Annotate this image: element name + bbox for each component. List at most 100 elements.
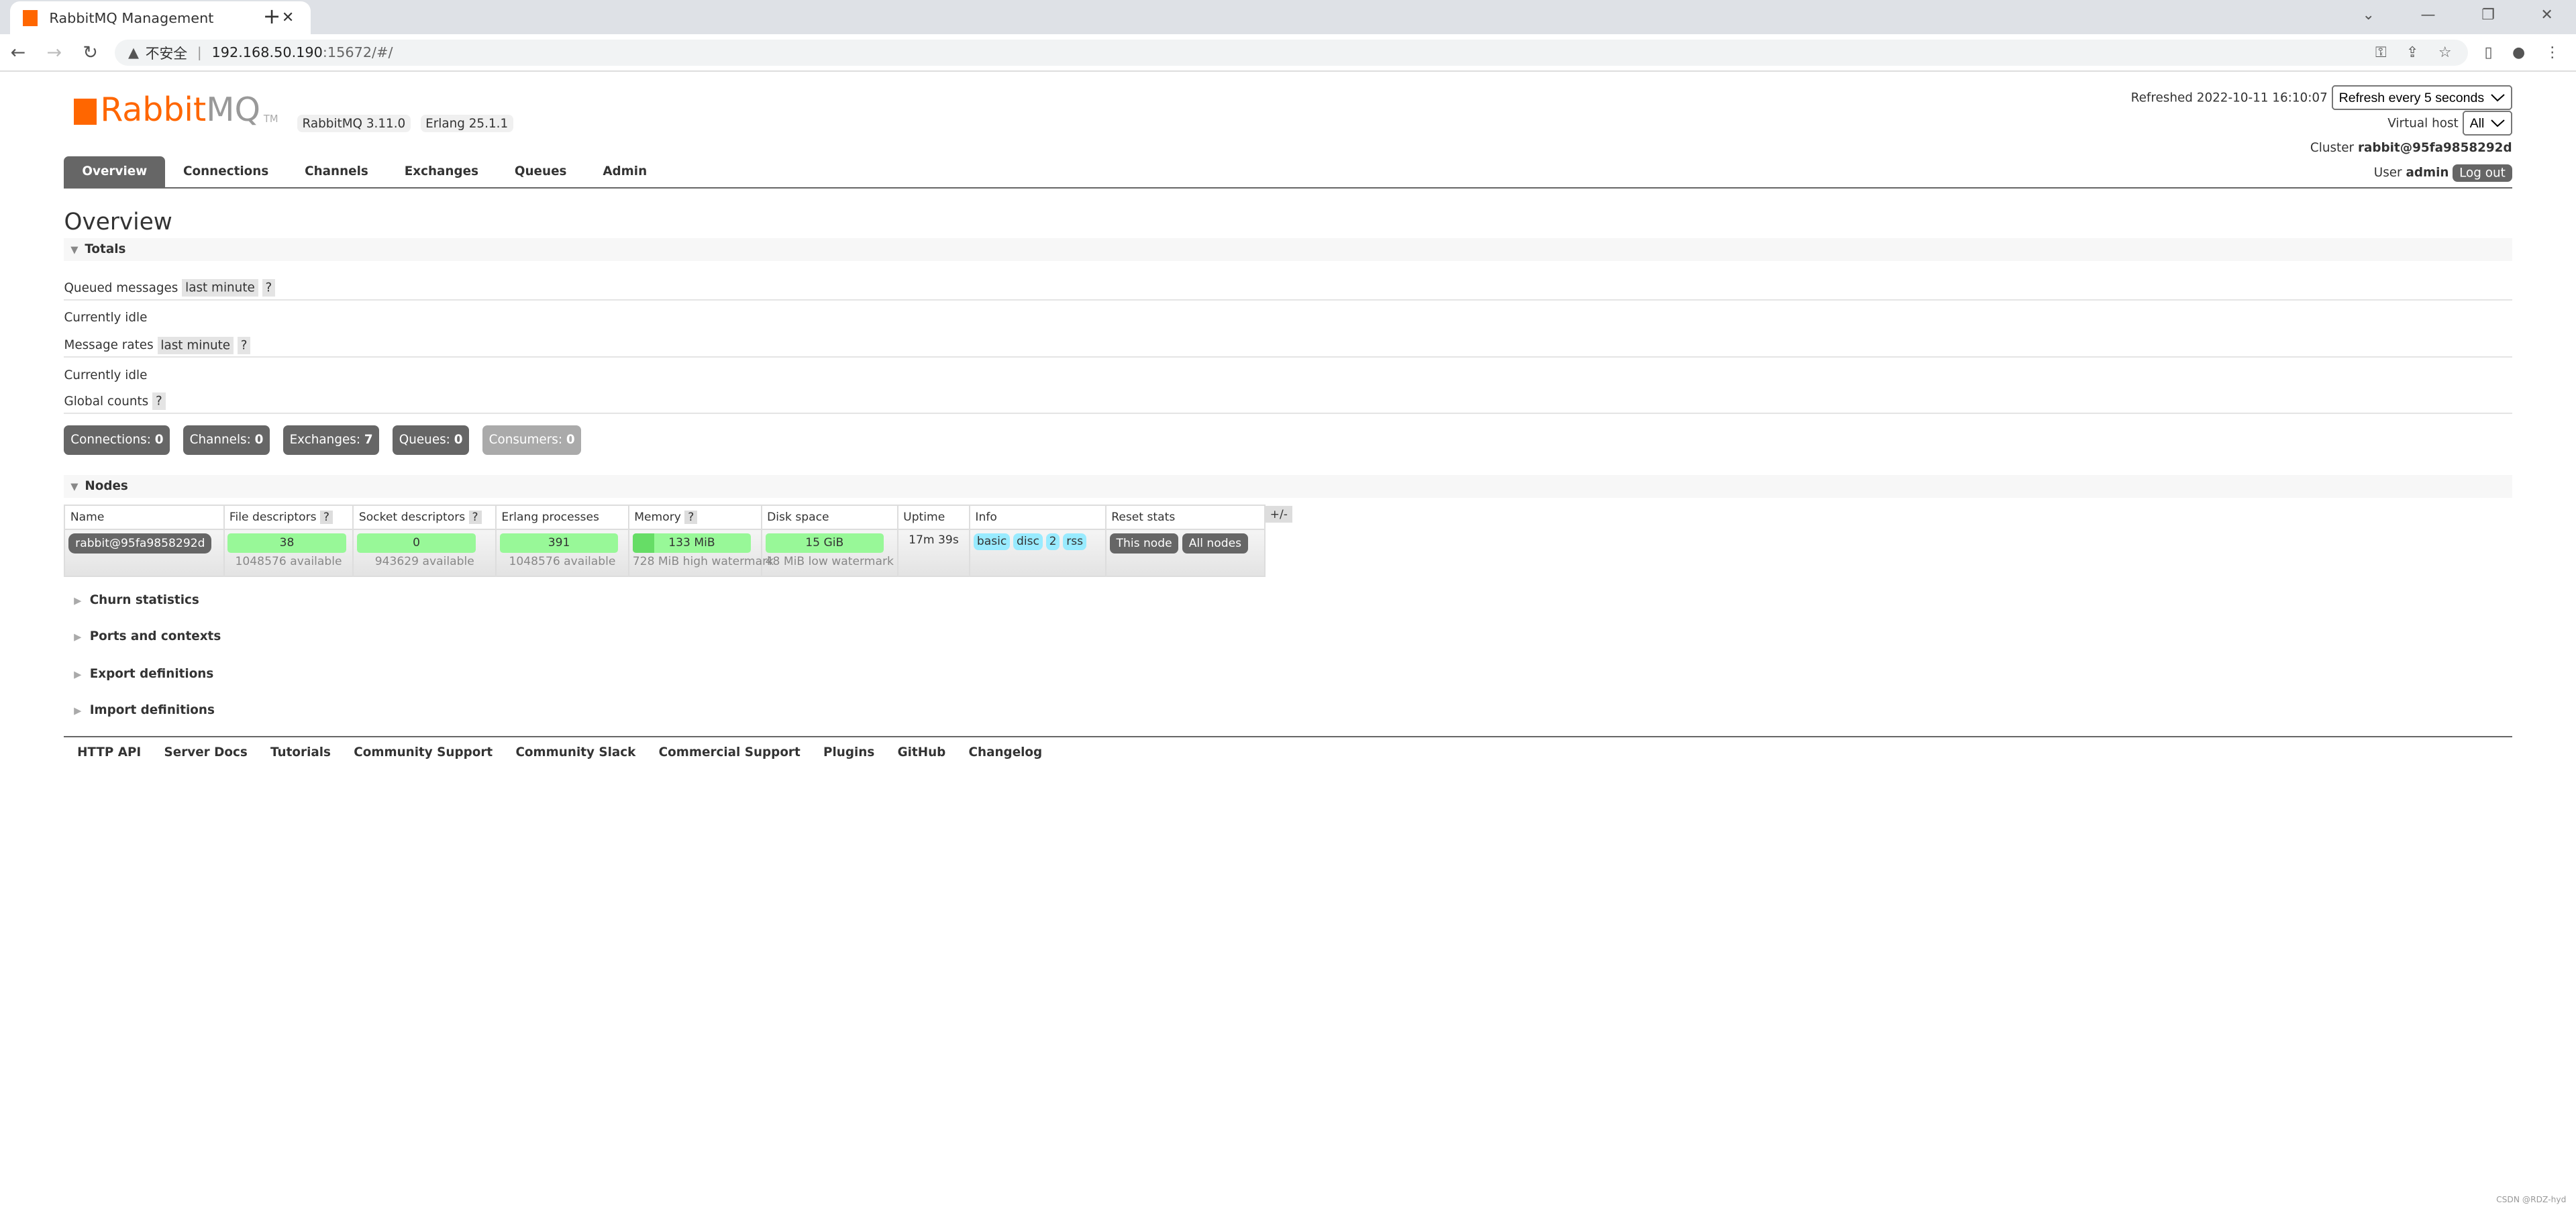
ports-contexts-toggle[interactable]: ▶ Ports and contexts — [64, 629, 221, 643]
footer-link-commercial-support[interactable]: Commercial Support — [659, 745, 801, 759]
message-rates-row: Message rates last minute ? — [64, 335, 2512, 358]
message-rates-label: Message rates — [64, 338, 154, 353]
rabbit-logo-icon — [74, 98, 97, 125]
nodes-heading: Nodes — [85, 478, 128, 493]
export-definitions-toggle[interactable]: ▶ Export definitions — [64, 667, 213, 681]
import-definitions-toggle[interactable]: ▶ Import definitions — [64, 703, 215, 717]
footer-link-community-slack[interactable]: Community Slack — [515, 745, 635, 759]
close-window-icon[interactable]: ✕ — [2540, 7, 2553, 23]
help-button[interactable]: ? — [468, 510, 482, 524]
footer-link-http-api[interactable]: HTTP API — [77, 745, 141, 759]
memory-high-watermark: 728 MiB high watermark — [632, 554, 774, 568]
watermark: CSDN @RDZ-hyd — [2496, 1194, 2567, 1204]
disk-low-watermark: 48 MiB low watermark — [765, 554, 894, 568]
uptime-value: 17m 39s — [909, 533, 959, 547]
close-tab-icon[interactable]: ✕ — [282, 9, 294, 26]
connections-count[interactable]: Connections: 0 — [64, 425, 170, 456]
footer-link-community-support[interactable]: Community Support — [354, 745, 493, 759]
tab-channels[interactable]: Channels — [287, 156, 387, 188]
back-icon[interactable]: ← — [0, 42, 36, 63]
help-button[interactable]: ? — [237, 337, 251, 354]
refreshed-time: Refreshed 2022-10-11 16:10:07 — [2130, 91, 2328, 105]
help-button[interactable]: ? — [262, 279, 276, 297]
col-disk-space: Disk space — [760, 504, 898, 530]
reset-all-nodes-button[interactable]: All nodes — [1182, 533, 1248, 554]
col-erlang-processes: Erlang processes — [495, 504, 629, 530]
info-badge-count: 2 — [1045, 533, 1060, 550]
sidepanel-icon[interactable]: ▯ — [2485, 44, 2493, 61]
exchanges-count[interactable]: Exchanges: 7 — [282, 425, 380, 456]
channels-count[interactable]: Channels: 0 — [183, 425, 270, 456]
tab-search-icon[interactable]: ⌄ — [2363, 7, 2375, 23]
tab-title: RabbitMQ Management — [49, 9, 214, 26]
restore-icon[interactable]: ❐ — [2481, 7, 2495, 23]
file-descriptors-bar: 38 — [227, 533, 346, 554]
totals-section-toggle[interactable]: ▼ Totals — [64, 238, 2512, 262]
logo-tm: TM — [263, 113, 278, 125]
help-button[interactable]: ? — [319, 510, 333, 524]
triangle-right-icon: ▶ — [74, 631, 82, 643]
url-input[interactable]: ▲ 不安全 | 192.168.50.190:15672/#/ ⚿ ⇪ ☆ — [115, 39, 2469, 66]
sd-available: 943629 available — [374, 554, 474, 568]
info-badge-rss: rss — [1063, 533, 1086, 550]
forward-icon[interactable]: → — [36, 42, 72, 63]
rabbitmq-version: RabbitMQ 3.11.0 — [297, 115, 411, 133]
tab-queues[interactable]: Queues — [497, 156, 584, 188]
table-header: Name File descriptors ? Socket descripto… — [64, 504, 1266, 530]
rabbitmq-logo[interactable]: Rabbit MQ TM — [74, 90, 278, 129]
rates-idle-text: Currently idle — [64, 368, 148, 382]
erlang-processes-bar: 391 — [499, 533, 619, 554]
footer-link-server-docs[interactable]: Server Docs — [164, 745, 248, 759]
ep-available: 1048576 available — [509, 554, 616, 568]
info-badge-disc: disc — [1013, 533, 1043, 550]
footer-link-github[interactable]: GitHub — [898, 745, 946, 759]
disk-space-bar: 15 GiB — [765, 533, 884, 554]
browser-tab-strip: RabbitMQ Management ✕ + ⌄ — ❐ ✕ — [0, 0, 2576, 35]
refresh-interval-select[interactable]: Refresh every 5 seconds — [2331, 85, 2512, 111]
node-name-link[interactable]: rabbit@95fa9858292d — [68, 533, 212, 554]
vhost-label: Virtual host — [2387, 116, 2459, 131]
erlang-version: Erlang 25.1.1 — [420, 115, 513, 133]
col-reset-stats: Reset stats — [1104, 504, 1266, 530]
rates-range-toggle[interactable]: last minute — [157, 337, 234, 354]
triangle-down-icon: ▼ — [70, 244, 79, 256]
memory-bar: 133 MiB — [632, 533, 752, 554]
profile-icon[interactable]: ● — [2512, 44, 2525, 61]
logo-text-mq: MQ — [206, 90, 260, 129]
queued-messages-row: Queued messages last minute ? — [64, 278, 2512, 301]
global-counts-label: Global counts — [64, 394, 149, 409]
vhost-select[interactable]: All — [2462, 111, 2512, 136]
queues-count[interactable]: Queues: 0 — [393, 425, 470, 456]
tab-connections[interactable]: Connections — [165, 156, 287, 188]
key-icon[interactable]: ⚿ — [2375, 44, 2387, 61]
minimize-icon[interactable]: — — [2421, 7, 2436, 23]
page-title: Overview — [64, 208, 172, 235]
main-nav: Overview Connections Channels Exchanges … — [64, 156, 2512, 189]
queued-messages-label: Queued messages — [64, 280, 178, 295]
reload-icon[interactable]: ↻ — [72, 42, 109, 63]
help-button[interactable]: ? — [684, 510, 698, 524]
nodes-section-toggle[interactable]: ▼ Nodes — [64, 474, 2512, 498]
footer-link-tutorials[interactable]: Tutorials — [270, 745, 331, 759]
tab-exchanges[interactable]: Exchanges — [387, 156, 497, 188]
reset-this-node-button[interactable]: This node — [1109, 533, 1179, 554]
column-toggle-button[interactable]: +/- — [1265, 506, 1293, 523]
help-button[interactable]: ? — [152, 392, 166, 411]
new-tab-icon[interactable]: + — [263, 3, 281, 29]
footer-link-plugins[interactable]: Plugins — [823, 745, 874, 759]
security-label[interactable]: 不安全 — [146, 42, 187, 62]
footer-link-changelog[interactable]: Changelog — [969, 745, 1043, 759]
info-badge-basic: basic — [973, 533, 1011, 550]
memory-bar-fill — [632, 533, 654, 554]
menu-icon[interactable]: ⋮ — [2545, 44, 2560, 61]
col-info: Info — [969, 504, 1106, 530]
col-file-descriptors: File descriptors ? — [223, 504, 354, 530]
footer-links: HTTP API Server Docs Tutorials Community… — [64, 735, 2512, 768]
star-icon[interactable]: ☆ — [2438, 44, 2452, 61]
tab-admin[interactable]: Admin — [584, 156, 665, 188]
queued-range-toggle[interactable]: last minute — [182, 279, 258, 297]
churn-statistics-toggle[interactable]: ▶ Churn statistics — [64, 593, 199, 607]
tab-overview[interactable]: Overview — [64, 156, 166, 188]
global-counts-row: Global counts ? — [64, 391, 2512, 414]
share-icon[interactable]: ⇪ — [2406, 44, 2418, 61]
